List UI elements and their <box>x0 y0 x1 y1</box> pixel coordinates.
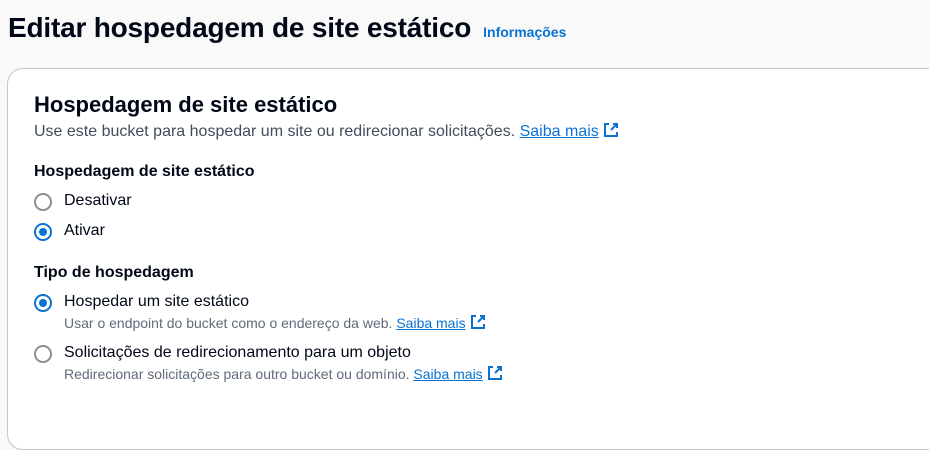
radio-disable-label: Desativar <box>64 192 132 209</box>
radio-disable-text: Desativar <box>64 191 132 211</box>
panel-description: Use este bucket para hospedar um site ou… <box>34 121 928 143</box>
hosting-field-label: Hospedagem de site estático <box>34 163 255 180</box>
redirect-requests-learn-more-link[interactable]: Saiba mais <box>413 366 502 382</box>
radio-redirect-requests[interactable]: Solicitações de redirecionamento para um… <box>34 343 928 384</box>
radio-redirect-requests-label: Solicitações de redirecionamento para um… <box>64 344 411 361</box>
page-title: Editar hospedagem de site estático <box>8 12 472 43</box>
learn-more-link-label: Saiba mais <box>519 123 599 140</box>
external-link-icon <box>487 366 502 380</box>
radio-enable-control[interactable] <box>34 223 52 241</box>
info-link[interactable]: Informações <box>483 24 566 40</box>
radio-host-static-site-description: Usar o endpoint do bucket como o endereç… <box>64 313 486 333</box>
radio-enable[interactable]: Ativar <box>34 221 928 241</box>
radio-redirect-requests-text: Solicitações de redirecionamento para um… <box>64 343 503 384</box>
radio-host-static-site-description-text: Usar o endpoint do bucket como o endereç… <box>64 315 393 331</box>
radio-redirect-requests-description-text: Redirecionar solicitações para outro buc… <box>64 366 410 382</box>
host-static-site-learn-more-label: Saiba mais <box>396 315 466 331</box>
radio-disable-control[interactable] <box>34 193 52 211</box>
radio-enable-label: Ativar <box>64 222 105 239</box>
radio-redirect-requests-control[interactable] <box>34 345 52 363</box>
static-hosting-panel: Hospedagem de site estático Use este buc… <box>7 68 929 450</box>
hosting-type-label: Tipo de hospedagem <box>34 264 194 281</box>
radio-host-static-site-label: Hospedar um site estático <box>64 293 249 310</box>
page-header: Editar hospedagem de site estático Infor… <box>8 12 566 44</box>
external-link-icon <box>470 315 485 329</box>
radio-redirect-requests-description: Redirecionar solicitações para outro buc… <box>64 364 503 384</box>
radio-enable-text: Ativar <box>64 221 105 241</box>
panel-description-text: Use este bucket para hospedar um site ou… <box>34 123 516 140</box>
external-link-icon <box>603 123 618 137</box>
radio-host-static-site[interactable]: Hospedar um site estático Usar o endpoin… <box>34 292 928 333</box>
radio-disable[interactable]: Desativar <box>34 191 928 211</box>
redirect-requests-learn-more-label: Saiba mais <box>413 366 483 382</box>
radio-host-static-site-text: Hospedar um site estático Usar o endpoin… <box>64 292 486 333</box>
panel-title: Hospedagem de site estático <box>34 92 338 117</box>
panel-content: Hospedagem de site estático Use este buc… <box>34 91 928 384</box>
host-static-site-learn-more-link[interactable]: Saiba mais <box>396 315 485 331</box>
radio-host-static-site-control[interactable] <box>34 294 52 312</box>
learn-more-link[interactable]: Saiba mais <box>520 123 619 140</box>
